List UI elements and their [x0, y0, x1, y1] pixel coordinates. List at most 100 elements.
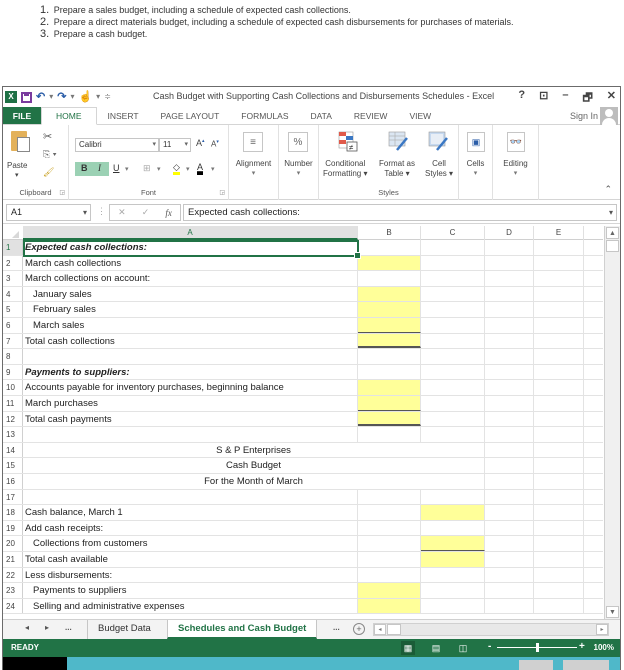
bottom-strip-button[interactable]	[519, 660, 553, 670]
borders-dropdown-icon[interactable]: ▾	[157, 165, 161, 173]
cell-styles-icon[interactable]	[427, 130, 449, 152]
row-header[interactable]: 9	[3, 364, 23, 380]
tab-page-layout[interactable]: PAGE LAYOUT	[150, 107, 231, 124]
cell-b[interactable]	[358, 427, 421, 442]
cell-d[interactable]	[485, 318, 534, 333]
zoom-level[interactable]: 100%	[594, 643, 614, 652]
cell-f[interactable]	[584, 536, 606, 551]
bold-button[interactable]: B	[81, 163, 88, 173]
undo-dropdown-icon[interactable]: ▾	[49, 90, 53, 104]
h-scroll-thumb[interactable]	[387, 624, 401, 635]
cell-c[interactable]	[421, 286, 485, 302]
normal-view-icon[interactable]: ▦	[401, 641, 415, 655]
cell-e[interactable]	[534, 349, 584, 364]
italic-button[interactable]: I	[98, 163, 101, 173]
cell-b[interactable]	[358, 567, 421, 583]
cell-e[interactable]	[534, 364, 584, 380]
cells-button[interactable]: Cells	[459, 159, 492, 169]
cell-a[interactable]: February sales	[23, 302, 358, 317]
row-header[interactable]: 10	[3, 380, 23, 395]
merged-cell[interactable]: S & P Enterprises	[23, 442, 485, 458]
cancel-icon[interactable]: ✕	[118, 207, 126, 218]
cell-e[interactable]	[534, 458, 584, 473]
cell-a[interactable]: Payments to suppliers:	[23, 364, 358, 380]
cell-d[interactable]	[485, 583, 534, 598]
cell-c[interactable]	[421, 271, 485, 286]
cell-e[interactable]	[534, 583, 584, 598]
cell-a[interactable]: March purchases	[23, 396, 358, 411]
help-button[interactable]: ?	[518, 89, 525, 108]
cell-f[interactable]	[584, 443, 606, 458]
alignment-button[interactable]: Alignment	[229, 159, 278, 169]
cell-e[interactable]	[534, 536, 584, 551]
cell-c[interactable]	[421, 583, 485, 598]
sheet-tab-schedules-and-cash-budget[interactable]: Schedules and Cash Budget	[167, 620, 318, 639]
input-cell-b[interactable]	[358, 318, 421, 333]
cell-d[interactable]	[485, 271, 534, 286]
close-button[interactable]: ✕	[607, 89, 616, 108]
cell-c[interactable]	[421, 598, 485, 614]
cell-a[interactable]	[23, 349, 358, 364]
cell-f[interactable]	[584, 583, 606, 598]
cell-f[interactable]	[584, 365, 606, 380]
cell-d[interactable]	[485, 536, 534, 551]
cell-f[interactable]	[584, 568, 606, 583]
expand-formula-icon[interactable]: ▾	[609, 205, 613, 220]
collapse-ribbon-icon[interactable]: ⌃	[604, 184, 612, 195]
cell-f[interactable]	[584, 240, 606, 255]
more-sheets-left[interactable]: ...	[65, 623, 72, 632]
tab-review[interactable]: REVIEW	[343, 107, 399, 124]
column-header-b[interactable]: B	[358, 226, 421, 240]
bottom-strip-button[interactable]	[563, 660, 609, 670]
cell-d[interactable]	[485, 458, 534, 473]
cell-f[interactable]	[584, 412, 606, 427]
cell-a[interactable]: Accounts payable for inventory purchases…	[23, 380, 358, 395]
save-icon[interactable]	[21, 91, 32, 103]
row-header[interactable]: 12	[3, 411, 23, 427]
cell-a[interactable]: March cash collections	[23, 255, 358, 271]
cell-c[interactable]	[421, 318, 485, 333]
conditional-formatting-icon[interactable]: ≠	[337, 130, 359, 152]
row-header[interactable]: 19	[3, 520, 23, 536]
input-cell-b[interactable]	[358, 411, 421, 427]
cell-e[interactable]	[534, 474, 584, 489]
format-as-table-button[interactable]: Format as Table ▾	[379, 159, 415, 179]
cell-a[interactable]: Less disbursements:	[23, 567, 358, 583]
row-header[interactable]: 14	[3, 442, 23, 458]
row-header[interactable]: 24	[3, 598, 23, 614]
cell-f[interactable]	[584, 490, 606, 505]
cells-group[interactable]: ▣ Cells ▾	[459, 125, 493, 200]
column-header-d[interactable]: D	[485, 226, 534, 240]
cell-a[interactable]: March sales	[23, 318, 358, 333]
cell-d[interactable]	[485, 396, 534, 411]
input-cell-c[interactable]	[421, 505, 485, 520]
select-all-button[interactable]	[3, 226, 21, 240]
tab-formulas[interactable]: FORMULAS	[230, 107, 299, 124]
add-sheet-button[interactable]: +	[353, 623, 365, 635]
cell-e[interactable]	[534, 552, 584, 567]
cell-f[interactable]	[584, 287, 606, 302]
editing-group[interactable]: 👓 Editing ▾	[493, 125, 539, 200]
cell-f[interactable]	[584, 552, 606, 567]
cell-d[interactable]	[485, 552, 534, 567]
scroll-down-icon[interactable]: ▼	[606, 606, 619, 618]
cell-a[interactable]: Total cash collections	[23, 333, 358, 349]
fill-color-dropdown-icon[interactable]: ▾	[186, 165, 190, 173]
editing-button[interactable]: Editing	[493, 159, 538, 169]
font-launcher-icon[interactable]: ◲	[219, 189, 225, 196]
row-header[interactable]: 15	[3, 458, 23, 473]
restore-button[interactable]: 🗗	[582, 89, 592, 108]
grow-font-icon[interactable]: A▴	[196, 138, 205, 148]
minimize-button[interactable]: –	[562, 89, 568, 108]
cell-f[interactable]	[584, 599, 606, 614]
cell-f[interactable]	[584, 521, 606, 536]
cell-c[interactable]	[421, 333, 485, 349]
cell-b[interactable]	[358, 364, 421, 380]
borders-icon[interactable]: ⊞	[143, 163, 151, 174]
cell-f[interactable]	[584, 334, 606, 349]
row-header[interactable]: 5	[3, 302, 23, 317]
input-cell-c[interactable]	[421, 552, 485, 567]
column-header-e[interactable]: E	[534, 226, 584, 240]
font-color-dropdown-icon[interactable]: ▾	[211, 165, 215, 173]
cell-d[interactable]	[485, 286, 534, 302]
